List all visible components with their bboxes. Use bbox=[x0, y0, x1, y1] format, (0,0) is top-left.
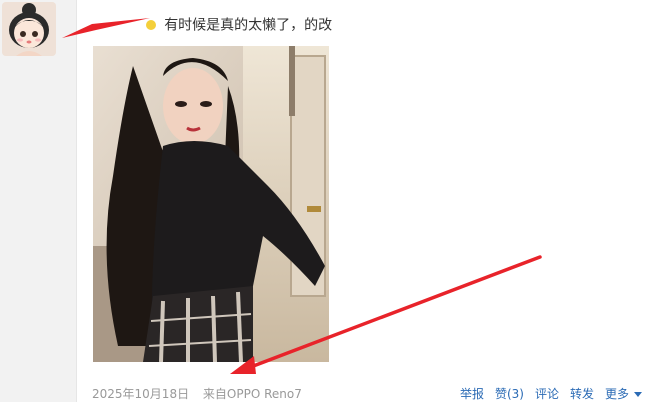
post-card: ██ ██ 有时候是真的太懒了，的改 bbox=[76, 0, 660, 402]
smile-emoji-icon bbox=[146, 19, 157, 30]
post-date[interactable]: 2025年10月18日 bbox=[92, 387, 189, 401]
author-name[interactable]: ██ ██ bbox=[93, 19, 139, 31]
report-button[interactable]: 举报 bbox=[460, 385, 484, 402]
more-button[interactable]: 更多 bbox=[605, 385, 642, 402]
post-meta: 2025年10月18日 来自OPPO Reno7 bbox=[92, 385, 302, 402]
post-text: 有时候是真的太懒了，的改 bbox=[164, 17, 333, 34]
post-photo[interactable] bbox=[93, 46, 329, 362]
chevron-down-icon bbox=[634, 392, 642, 397]
like-button[interactable]: 赞(3) bbox=[495, 385, 524, 402]
comment-button[interactable]: 评论 bbox=[535, 385, 559, 402]
post-actions: 举报 赞(3) 评论 转发 更多 bbox=[460, 385, 642, 402]
avatar[interactable] bbox=[2, 2, 56, 56]
post-source: 来自OPPO Reno7 bbox=[202, 387, 302, 401]
repost-button[interactable]: 转发 bbox=[570, 385, 594, 402]
photo-image bbox=[93, 46, 329, 362]
avatar-image bbox=[2, 2, 56, 56]
more-label: 更多 bbox=[604, 387, 629, 401]
post-header: ██ ██ 有时候是真的太懒了，的改 bbox=[93, 14, 332, 36]
